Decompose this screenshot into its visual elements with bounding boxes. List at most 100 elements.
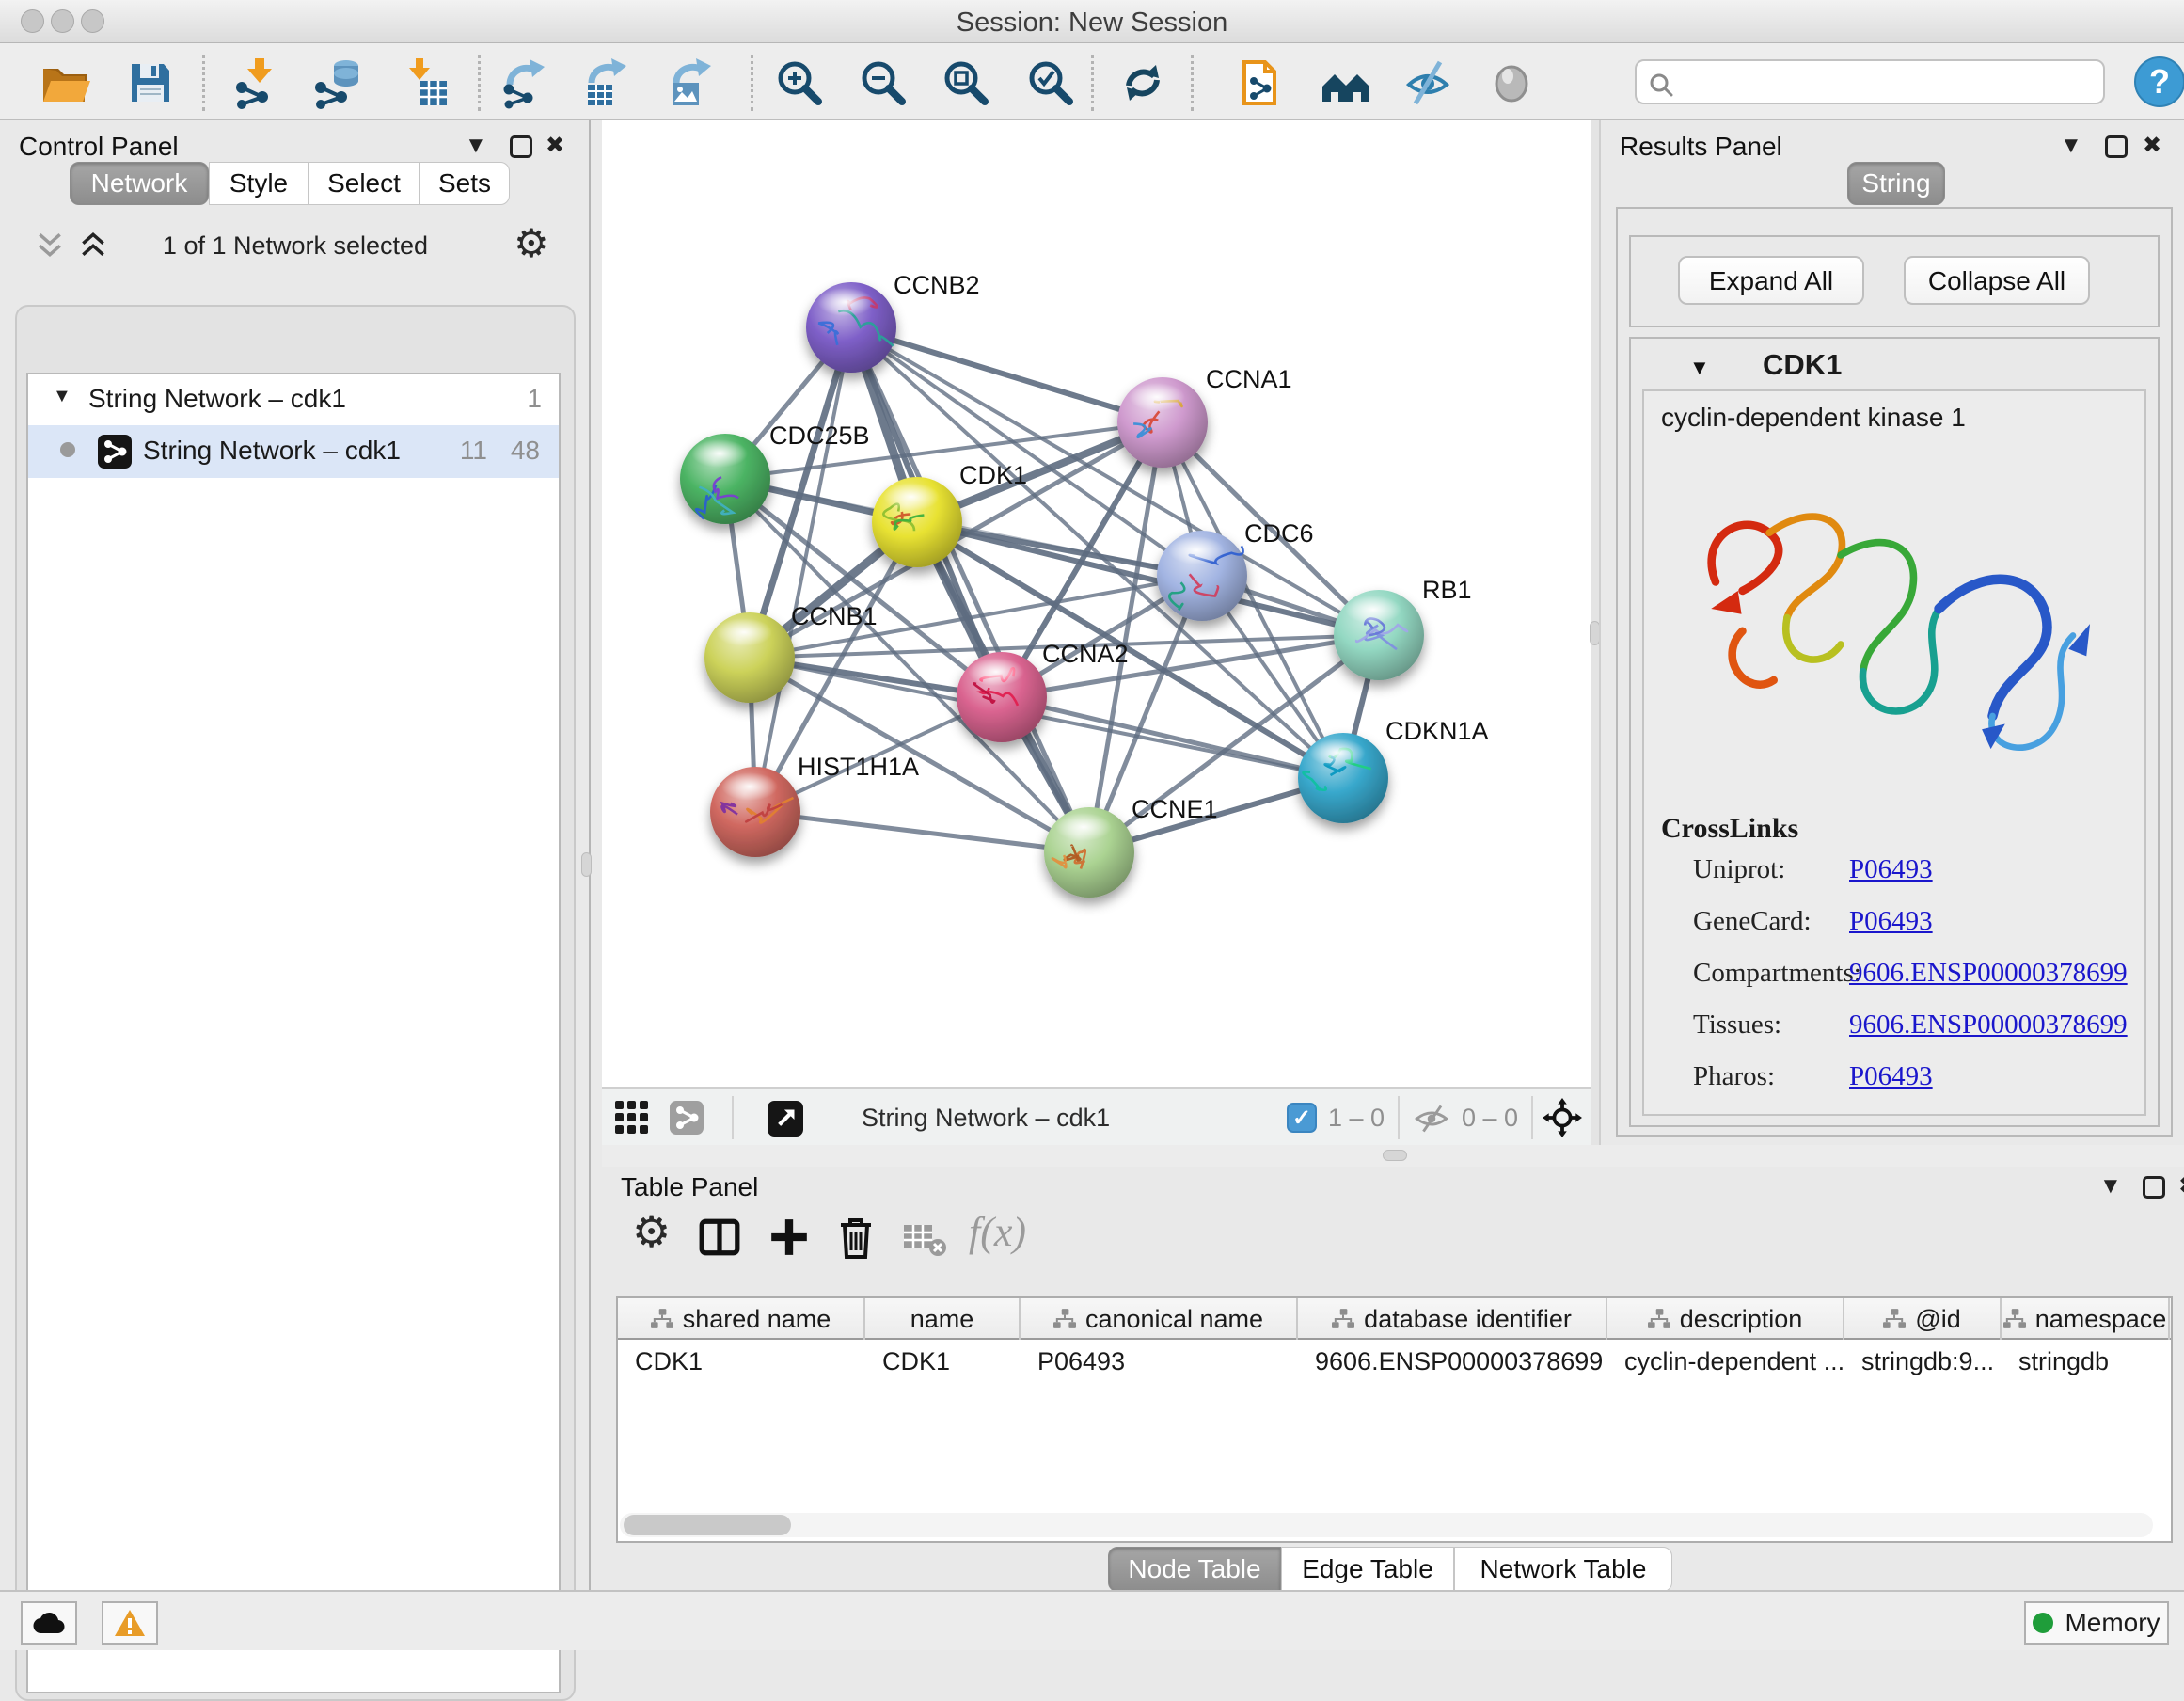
network-node[interactable]	[1044, 807, 1134, 898]
memory-button[interactable]: Memory	[2024, 1601, 2169, 1645]
horizontal-scrollbar[interactable]	[620, 1513, 2153, 1537]
export-table-button[interactable]	[580, 56, 633, 109]
search-field[interactable]	[1635, 59, 2105, 104]
collapse-all-button[interactable]: Collapse All	[1904, 256, 2090, 305]
cloud-button[interactable]	[21, 1601, 77, 1645]
network-node[interactable]	[1334, 590, 1424, 680]
vertical-splitter[interactable]	[1591, 120, 1599, 1145]
panel-menu-icon[interactable]: ▼	[465, 134, 487, 158]
import-network-database-button[interactable]	[312, 56, 365, 109]
table-cell[interactable]: stringdb:9...	[1844, 1342, 2002, 1381]
table-cell[interactable]: P06493	[1021, 1342, 1298, 1381]
tab-sets[interactable]: Sets	[419, 162, 510, 205]
share-document-button[interactable]	[1233, 56, 1286, 109]
scrollbar-thumb[interactable]	[624, 1515, 791, 1535]
delete-column-icon[interactable]	[835, 1216, 877, 1261]
tab-network-table[interactable]: Network Table	[1454, 1547, 1672, 1592]
tab-select[interactable]: Select	[309, 162, 419, 205]
crosslink-value[interactable]: P06493	[1849, 1061, 1933, 1092]
column-header[interactable]: namespace	[2002, 1298, 2170, 1340]
network-view-mode-icon[interactable]	[670, 1101, 704, 1135]
column-header[interactable]: name	[865, 1298, 1021, 1340]
network-options-gear-icon[interactable]: ⚙	[514, 220, 549, 266]
network-node[interactable]	[872, 477, 962, 567]
tab-string[interactable]: String	[1847, 162, 1945, 205]
warnings-button[interactable]	[102, 1601, 158, 1645]
open-session-button[interactable]	[39, 56, 91, 109]
tab-style[interactable]: Style	[209, 162, 309, 205]
import-table-button[interactable]	[400, 56, 452, 109]
zoom-selected-button[interactable]	[1024, 56, 1077, 109]
table-cell[interactable]: 9606.ENSP00000378699	[1298, 1342, 1607, 1381]
save-session-button[interactable]	[124, 56, 177, 109]
column-header[interactable]: @id	[1844, 1298, 2002, 1340]
gene-expander-icon[interactable]: ▼	[1689, 356, 1710, 380]
float-panel-icon[interactable]	[510, 135, 532, 158]
network-node[interactable]	[1117, 377, 1208, 468]
tab-network[interactable]: Network	[70, 162, 209, 205]
birds-eye-view-icon[interactable]	[768, 1101, 803, 1137]
crosslink-value[interactable]: P06493	[1849, 906, 1933, 937]
panel-menu-icon[interactable]: ▼	[2060, 134, 2082, 158]
network-edge[interactable]	[1002, 697, 1343, 778]
export-network-button[interactable]	[499, 56, 551, 109]
show-all-button[interactable]	[1485, 56, 1538, 109]
show-columns-icon[interactable]	[698, 1216, 741, 1259]
close-panel-icon[interactable]: ✖	[2143, 134, 2161, 158]
import-network-file-button[interactable]	[231, 56, 284, 109]
network-row[interactable]: String Network – cdk1 11 48	[28, 425, 559, 478]
column-header[interactable]: shared name	[618, 1298, 865, 1340]
column-header[interactable]: database identifier	[1298, 1298, 1607, 1340]
table-cell[interactable]: CDK1	[618, 1342, 865, 1381]
table-cell[interactable]: CDK1	[865, 1342, 1021, 1381]
network-node[interactable]	[704, 612, 795, 703]
table-row[interactable]: CDK1CDK1P064939606.ENSP00000378699cyclin…	[618, 1342, 2170, 1381]
network-node[interactable]	[1298, 733, 1388, 823]
grid-view-icon[interactable]	[615, 1101, 649, 1135]
horizontal-splitter[interactable]	[602, 1145, 2184, 1167]
first-neighbors-button[interactable]	[1320, 56, 1372, 109]
search-input[interactable]	[1685, 65, 2090, 99]
network-node[interactable]	[680, 434, 770, 524]
network-edge[interactable]	[851, 327, 1163, 422]
crosslink-value[interactable]: P06493	[1849, 854, 1933, 885]
crosslink-value[interactable]: 9606.ENSP00000378699	[1849, 1009, 2128, 1041]
close-panel-icon[interactable]: ✖	[2178, 1174, 2184, 1199]
selected-checkbox[interactable]: ✓	[1287, 1103, 1317, 1133]
tab-node-table[interactable]: Node Table	[1108, 1547, 1281, 1592]
panel-menu-icon[interactable]: ▼	[2099, 1174, 2122, 1199]
network-collection-row[interactable]: ▼ String Network – cdk1 1	[28, 374, 559, 425]
table-cell[interactable]: stringdb	[2002, 1342, 2170, 1381]
network-canvas[interactable]: CCNB2CCNA1CDC25BCDK1CDC6RB1CCNB1CCNA2CDK…	[602, 120, 1591, 1087]
delete-table-icon[interactable]	[901, 1221, 948, 1259]
close-panel-icon[interactable]: ✖	[546, 134, 564, 158]
splitter-handle[interactable]	[1383, 1150, 1407, 1161]
column-header[interactable]: description	[1607, 1298, 1844, 1340]
help-button[interactable]: ?	[2133, 56, 2184, 108]
network-node[interactable]	[710, 767, 800, 857]
zoom-out-button[interactable]	[857, 56, 910, 109]
function-builder-icon[interactable]: f(x)	[969, 1208, 1026, 1256]
network-node[interactable]	[1157, 531, 1247, 621]
add-column-icon[interactable]	[768, 1216, 811, 1259]
refresh-button[interactable]	[1116, 56, 1169, 109]
hide-selection-button[interactable]	[1401, 56, 1454, 109]
export-image-button[interactable]	[665, 56, 718, 109]
column-header[interactable]: canonical name	[1021, 1298, 1298, 1340]
table-cell[interactable]: cyclin-dependent ...	[1607, 1342, 1844, 1381]
table-options-gear-icon[interactable]: ⚙	[632, 1206, 671, 1257]
zoom-in-button[interactable]	[773, 56, 826, 109]
network-node[interactable]	[806, 282, 896, 373]
current-network-name: String Network – cdk1	[862, 1104, 1110, 1133]
panel-splitter-handle[interactable]	[581, 852, 592, 877]
crosslink-value[interactable]: 9606.ENSP00000378699	[1849, 958, 2128, 989]
network-edge[interactable]	[755, 812, 1089, 852]
tab-edge-table[interactable]: Edge Table	[1281, 1547, 1454, 1592]
expand-all-button[interactable]: Expand All	[1678, 256, 1864, 305]
fit-selected-crosshair-icon[interactable]	[1543, 1098, 1582, 1137]
float-panel-icon[interactable]	[2143, 1176, 2165, 1199]
tree-expander-icon[interactable]: ▼	[53, 386, 71, 407]
network-node[interactable]	[957, 652, 1047, 742]
float-panel-icon[interactable]	[2105, 135, 2128, 158]
zoom-fit-button[interactable]	[940, 56, 992, 109]
